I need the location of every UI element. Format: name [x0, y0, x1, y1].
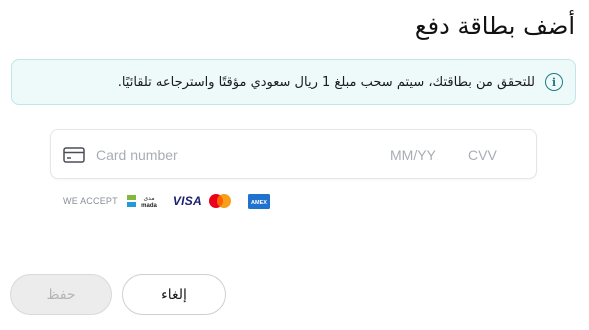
cvv-field[interactable]: CVV [468, 147, 497, 163]
card-number-field[interactable]: Card number [96, 147, 178, 163]
save-button[interactable]: حفظ [10, 274, 112, 315]
mada-logo: مدى mada [126, 195, 157, 209]
verification-notice: i للتحقق من بطاقتك، سيتم سحب مبلغ 1 ريال… [11, 59, 576, 105]
amex-logo: AMEX [247, 193, 270, 209]
expiry-field[interactable]: MM/YY [390, 147, 436, 163]
svg-text:AMEX: AMEX [251, 200, 267, 206]
info-icon: i [545, 73, 563, 91]
svg-text:mada: mada [141, 203, 157, 209]
accepted-cards-row: WE ACCEPT مدى mada VISA AMEX [63, 192, 280, 210]
page-title: أضف بطاقة دفع [414, 12, 575, 40]
credit-card-icon [63, 147, 85, 163]
we-accept-label: WE ACCEPT [63, 196, 118, 206]
mastercard-logo [208, 194, 231, 208]
svg-text:مدى: مدى [143, 195, 154, 202]
cancel-button[interactable]: إلغاء [122, 274, 226, 315]
visa-logo: VISA [172, 194, 203, 208]
notice-text: للتحقق من بطاقتك، سيتم سحب مبلغ 1 ريال س… [117, 74, 535, 90]
card-input-group[interactable]: Card number MM/YY CVV [50, 129, 537, 179]
